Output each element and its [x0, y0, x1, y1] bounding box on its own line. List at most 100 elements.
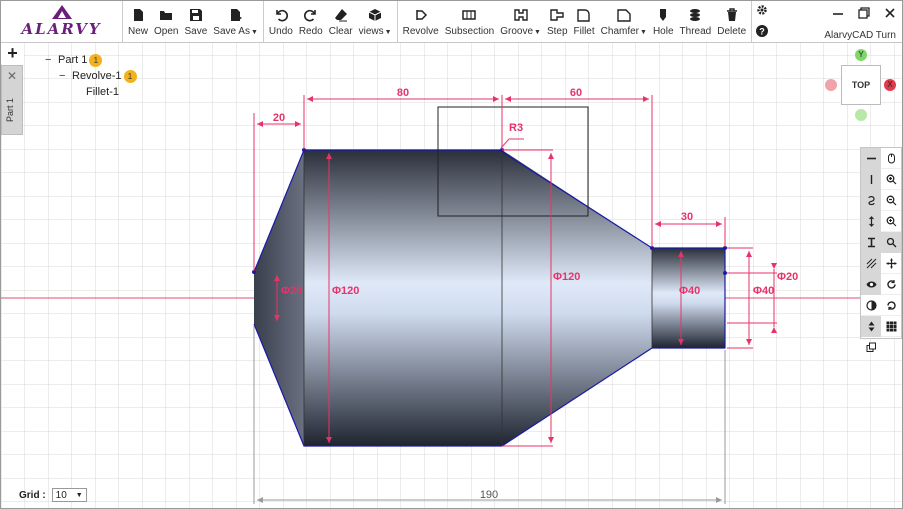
- rotate-icon[interactable]: [881, 274, 901, 295]
- hole-icon: [655, 7, 671, 23]
- grid-size-value: 10: [55, 489, 67, 501]
- contrast-icon[interactable]: [861, 295, 881, 316]
- subsection-icon: [461, 7, 477, 23]
- tree-item-label: Part 1: [58, 54, 88, 66]
- new-button[interactable]: New: [125, 1, 151, 42]
- hole-button[interactable]: Hole: [650, 1, 677, 42]
- eye-icon[interactable]: [861, 274, 881, 295]
- chamfer-button[interactable]: Chamfer▼: [598, 1, 650, 42]
- dim-tip-diameter[interactable]: Φ20: [281, 285, 302, 297]
- collapse-toggle[interactable]: −: [45, 54, 58, 66]
- restore-icon[interactable]: [858, 7, 870, 19]
- delete-button[interactable]: Delete: [714, 1, 749, 42]
- main-cylinder: [304, 150, 502, 446]
- hatch-icon[interactable]: [861, 253, 881, 274]
- spline-icon[interactable]: [861, 190, 881, 211]
- add-part-button[interactable]: +: [1, 43, 24, 64]
- mouse-icon[interactable]: [881, 148, 901, 169]
- pan-icon[interactable]: [881, 253, 901, 274]
- collapse-toggle[interactable]: −: [59, 70, 72, 82]
- zoom-out-icon[interactable]: [881, 190, 901, 211]
- neg-x-axis-button[interactable]: [825, 79, 837, 91]
- close-icon[interactable]: [884, 7, 896, 19]
- dim-overall-length[interactable]: 190: [480, 489, 498, 501]
- zoom-fit-icon[interactable]: [881, 211, 901, 232]
- dim-top-right[interactable]: 60: [570, 87, 582, 99]
- dim-top-left[interactable]: 20: [273, 112, 285, 124]
- reset-view-icon[interactable]: [881, 295, 901, 316]
- window-controls: [832, 7, 896, 19]
- save-as-button[interactable]: Save As▼: [210, 1, 261, 42]
- chamfer-icon: [616, 7, 632, 23]
- copy-layers-icon[interactable]: [861, 337, 881, 358]
- feature-tree: − Part 1 1 − Revolve-1 1 Fillet-1: [45, 52, 137, 100]
- step-icon: [549, 7, 565, 23]
- view-cube-face[interactable]: TOP: [841, 65, 881, 105]
- count-badge: 1: [123, 69, 137, 83]
- minimize-icon[interactable]: [832, 7, 844, 19]
- dim-top-mid[interactable]: 80: [397, 87, 409, 99]
- part-tab-label: Part 1: [5, 97, 15, 122]
- subsection-button[interactable]: Subsection: [442, 1, 497, 42]
- new-file-icon: [130, 7, 146, 23]
- toolbar: ALARVY New Open Save Save As▼ Undo Redo …: [1, 1, 902, 43]
- i-beam-icon[interactable]: [861, 232, 881, 253]
- redo-button[interactable]: Redo: [296, 1, 326, 42]
- settings-group: ?: [752, 1, 772, 42]
- zoom-window-icon[interactable]: [881, 232, 901, 253]
- empty-cell: [881, 337, 901, 358]
- dim-neck-diameter[interactable]: Φ40: [679, 285, 700, 297]
- save-icon: [188, 7, 204, 23]
- tree-item-fillet[interactable]: Fillet-1: [45, 84, 137, 100]
- tree-item-part[interactable]: − Part 1 1: [45, 52, 137, 68]
- logo: ALARVY: [1, 1, 123, 42]
- drawing-canvas[interactable]: 20 80 60 30 R3 Φ20 Φ120 Φ120 Φ40 Φ40 Φ20…: [1, 43, 902, 508]
- save-as-icon: [228, 7, 244, 23]
- view-cube: Y X TOP: [823, 47, 901, 125]
- redo-icon: [303, 7, 319, 23]
- horizontal-line-icon[interactable]: [861, 148, 881, 169]
- vertical-line-icon[interactable]: [861, 169, 881, 190]
- dim-fillet-radius[interactable]: R3: [509, 122, 523, 134]
- svg-text:?: ?: [759, 26, 765, 36]
- dim-main-diameter[interactable]: Φ120: [332, 285, 359, 297]
- dim-cone-diameter[interactable]: Φ120: [553, 271, 580, 283]
- thread-button[interactable]: Thread: [677, 1, 715, 42]
- open-folder-icon: [158, 7, 174, 23]
- y-axis-button[interactable]: Y: [855, 49, 867, 61]
- vertical-arrows-icon[interactable]: [861, 211, 881, 232]
- open-button[interactable]: Open: [151, 1, 181, 42]
- caret-down-icon: ▼: [250, 29, 258, 36]
- grid-toggle-icon[interactable]: [881, 316, 901, 337]
- revolve-button[interactable]: Revolve: [400, 1, 442, 42]
- fillet-button[interactable]: Fillet: [571, 1, 598, 42]
- tree-item-revolve[interactable]: − Revolve-1 1: [45, 68, 137, 84]
- dim-end-diameter[interactable]: Φ20: [777, 271, 798, 283]
- clear-button[interactable]: Clear: [326, 1, 356, 42]
- neg-y-axis-button[interactable]: [855, 109, 867, 121]
- tree-item-label: Revolve-1: [72, 70, 122, 82]
- help-icon[interactable]: ?: [756, 24, 769, 40]
- cube-icon: [367, 7, 383, 23]
- caret-down-icon: ▼: [75, 491, 83, 499]
- part-tab[interactable]: ✕ Part 1: [1, 65, 23, 135]
- sort-arrows-icon[interactable]: [861, 316, 881, 337]
- zoom-in-icon[interactable]: [881, 169, 901, 190]
- eraser-icon: [333, 7, 349, 23]
- tree-item-label: Fillet-1: [86, 86, 120, 98]
- x-axis-button[interactable]: X: [884, 79, 896, 91]
- undo-button[interactable]: Undo: [266, 1, 296, 42]
- caret-down-icon: ▼: [534, 29, 541, 36]
- step-button[interactable]: Step: [544, 1, 571, 42]
- views-button[interactable]: views▼: [356, 1, 395, 42]
- grid-size-select[interactable]: 10 ▼: [51, 488, 87, 502]
- close-tab-icon[interactable]: ✕: [2, 69, 22, 83]
- gear-icon[interactable]: [756, 4, 768, 19]
- revolve-icon: [413, 7, 429, 23]
- vertex-point[interactable]: [723, 271, 727, 275]
- dim-neck-outer-diameter[interactable]: Φ40: [753, 285, 774, 297]
- drawing-svg[interactable]: 20 80 60 30 R3 Φ20 Φ120 Φ120 Φ40 Φ40 Φ20…: [1, 43, 902, 508]
- dim-step-length[interactable]: 30: [681, 211, 693, 223]
- groove-button[interactable]: Groove▼: [497, 1, 544, 42]
- save-button[interactable]: Save: [181, 1, 210, 42]
